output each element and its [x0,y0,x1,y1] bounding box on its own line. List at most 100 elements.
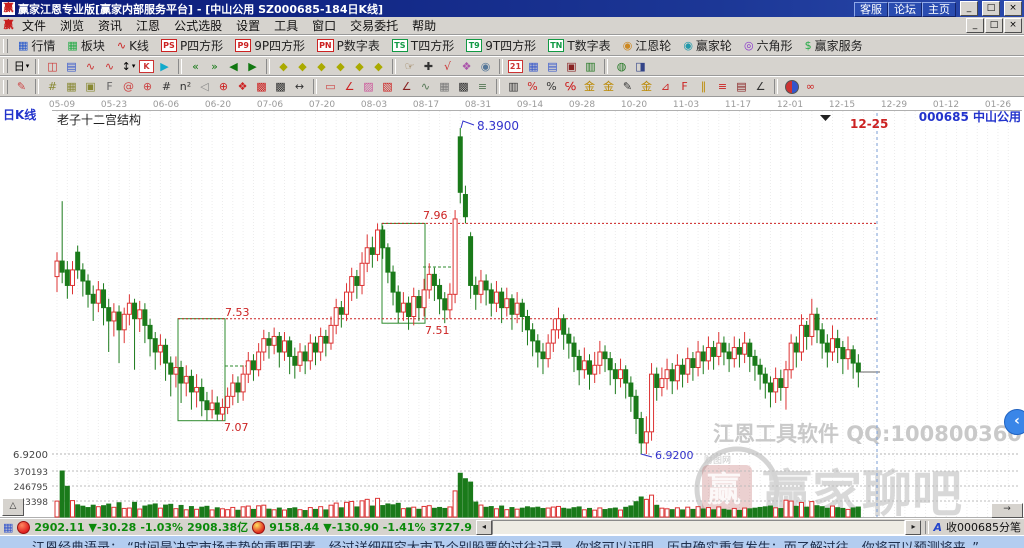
red-grid-icon[interactable]: ▩ [253,79,270,94]
quotes-button[interactable]: ▦ 行情 [12,36,61,55]
collapse-panel-button[interactable]: ‹ [1004,409,1024,435]
trend-large-icon[interactable]: ∿ [101,59,118,74]
brush-icon[interactable]: ✎ [619,79,636,94]
horizontal-scrollbar[interactable]: ◂ ▸ [475,519,922,535]
homepage-button[interactable]: 主页 [922,1,956,17]
chart-area[interactable]: 江恩工具软件 QQ:100800360 赢家聊吧赢财图网 6.9200 370193 2… [0,97,1024,518]
menu-settings[interactable]: 设置 [229,19,267,33]
gold-section-icon[interactable]: 金 [600,79,617,94]
menu-window[interactable]: 窗口 [305,19,343,33]
arrow-mark-icon[interactable]: ◁ [196,79,213,94]
pink-box-icon[interactable]: ▨ [360,79,377,94]
smart-analysis-icon[interactable]: ◉ [477,59,494,74]
quote-grid-icon[interactable]: ▦ [3,522,13,533]
box-select-icon[interactable]: ▭ [322,79,339,94]
n-square-icon[interactable]: n² [177,79,194,94]
angle-up-icon[interactable]: ⊿ [657,79,674,94]
gold-box-icon[interactable]: 金 [638,79,655,94]
scrollbar-track[interactable] [491,519,906,535]
zoom-right-icon[interactable]: ◆ [294,59,311,74]
percent-icon[interactable]: % [543,79,560,94]
grid-fine-icon[interactable]: ▦ [436,79,453,94]
h-expand-icon[interactable]: ↔ [291,79,308,94]
price-grid-icon[interactable]: ▦ [63,79,80,94]
fan-lines-icon[interactable]: F [101,79,118,94]
winner-service-button[interactable]: $ 赢家服务 [799,36,869,55]
f10-info-icon[interactable]: ▤ [63,59,80,74]
child-minimize-button[interactable]: _ [966,18,984,33]
restore-button[interactable]: □ [982,1,1000,16]
infinity-icon[interactable]: ∞ [802,79,819,94]
sectors-button[interactable]: ▦ 板块 [61,36,110,55]
menu-formula-pick[interactable]: 公式选股 [167,19,229,33]
p-square-button[interactable]: PS P四方形 [155,36,229,55]
grid-bold-icon[interactable]: ▩ [455,79,472,94]
kline-button[interactable]: ∿ K线 [111,36,155,55]
drag-hand-icon[interactable]: ☞ [401,59,418,74]
menu-help[interactable]: 帮助 [405,19,443,33]
menu-browse[interactable]: 浏览 [53,19,91,33]
child-restore-button[interactable]: □ [985,18,1003,33]
menu-trade[interactable]: 交易委托 [343,19,405,33]
trend-small-icon[interactable]: ∿ [82,59,99,74]
next-bar-icon[interactable]: ▶ [244,59,261,74]
scrollbar-left-icon[interactable]: ◂ [475,519,492,535]
zoom-out-icon[interactable]: ◆ [313,59,330,74]
circle-cross-icon[interactable]: ⊕ [139,79,156,94]
menu-gann[interactable]: 江恩 [129,19,167,33]
calculator-icon[interactable]: ▦ [525,59,542,74]
gann-wheel-button[interactable]: ◉ 江恩轮 [617,36,678,55]
target-icon[interactable]: ⊕ [215,79,232,94]
title-bar[interactable]: 赢 赢家江恩专业版[赢家内部服务平台] - [中山公用 SZ000685-184… [0,0,1024,17]
peak-mark-icon[interactable]: √ [439,59,456,74]
multi-window-icon[interactable]: ❖ [458,59,475,74]
scrollbar-right-icon[interactable]: ▸ [905,519,922,535]
piano-keys-icon[interactable]: ▥ [505,79,522,94]
9p-square-button[interactable]: P9 9P四方形 [229,36,311,55]
red-box-icon[interactable]: ▧ [379,79,396,94]
kline-chart-canvas[interactable]: 江恩工具软件 QQ:100800360赢家聊吧赢财图网6.92003701932… [0,97,1024,518]
gann-box-icon[interactable]: ▣ [82,79,99,94]
close-button[interactable]: × [1004,1,1022,16]
percent-fall-icon[interactable]: % [524,79,541,94]
time-grid-icon[interactable]: # [44,79,61,94]
parallel-line-icon[interactable]: ∥ [695,79,712,94]
crosshair-icon[interactable]: ✚ [420,59,437,74]
toolbar-grip[interactable] [3,59,8,73]
star-burst-icon[interactable]: ❖ [234,79,251,94]
bar-count-icon[interactable]: # [158,79,175,94]
candle-style-button[interactable]: ↕ ▾ [120,59,137,74]
zoom-in-icon[interactable]: ◆ [332,59,349,74]
minimize-button[interactable]: _ [960,1,978,16]
scroll-right-button[interactable]: → [991,503,1023,518]
black-grid-icon[interactable]: ▩ [272,79,289,94]
t-table-button[interactable]: TN T数字表 [542,36,617,55]
gold-ratio-icon[interactable]: 金 [581,79,598,94]
spiral-icon[interactable]: @ [120,79,137,94]
t-square-button[interactable]: TS T四方形 [386,36,460,55]
export-icon[interactable]: ▥ [582,59,599,74]
web-sync-icon[interactable]: ◍ [613,59,630,74]
calendar-icon[interactable]: 21 [508,59,523,73]
p-table-button[interactable]: PN P数字表 [311,36,386,55]
steps-box-icon[interactable]: ▤ [733,79,750,94]
data-download-icon[interactable]: ◨ [632,59,649,74]
menu-tools[interactable]: 工具 [267,19,305,33]
toolbar-grip[interactable] [3,38,8,53]
zoom-center-icon[interactable]: ◆ [351,59,368,74]
menu-news[interactable]: 资讯 [91,19,129,33]
notepad-icon[interactable]: ▤ [544,59,561,74]
slope-icon[interactable]: ∠ [752,79,769,94]
angle-line-icon[interactable]: ∠ [398,79,415,94]
child-close-button[interactable]: × [1004,18,1022,33]
toolbar-grip[interactable] [3,79,8,94]
kx-analysis-icon[interactable]: K [139,59,154,73]
steps-up-icon[interactable]: ≡ [714,79,731,94]
draw-pen-icon[interactable]: ✎ [13,79,30,94]
window-layout-icon[interactable]: ◫ [44,59,61,74]
prev-bar-icon[interactable]: ◀ [225,59,242,74]
percent-level-icon[interactable]: ℅ [562,79,579,94]
customer-service-button[interactable]: 客服 [854,1,888,17]
menu-file[interactable]: 文件 [15,19,53,33]
multi-line-icon[interactable]: ≡ [474,79,491,94]
